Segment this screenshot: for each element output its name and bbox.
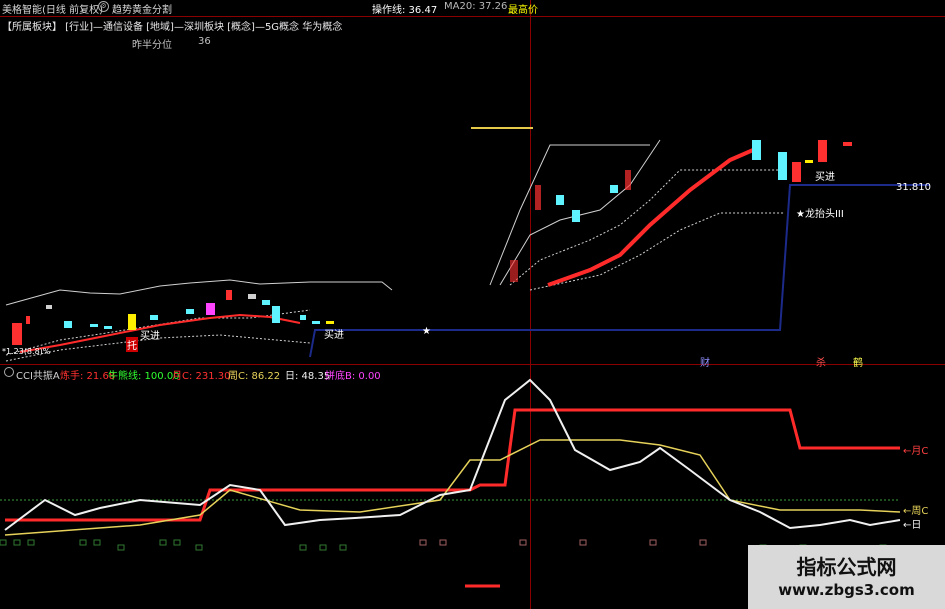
ri-axis-label: ←日 <box>903 520 922 531</box>
watermark-title: 指标公式网 <box>796 555 897 579</box>
monthly-cci-line <box>5 408 900 522</box>
indicator-chart <box>0 378 901 588</box>
zhou-c-axis-label: ←周C <box>903 506 929 517</box>
yue-c-axis-label: ←月C <box>903 446 929 457</box>
watermark: 指标公式网 www.zbgs3.com <box>748 545 945 609</box>
watermark-url: www.zbgs3.com <box>778 581 915 599</box>
